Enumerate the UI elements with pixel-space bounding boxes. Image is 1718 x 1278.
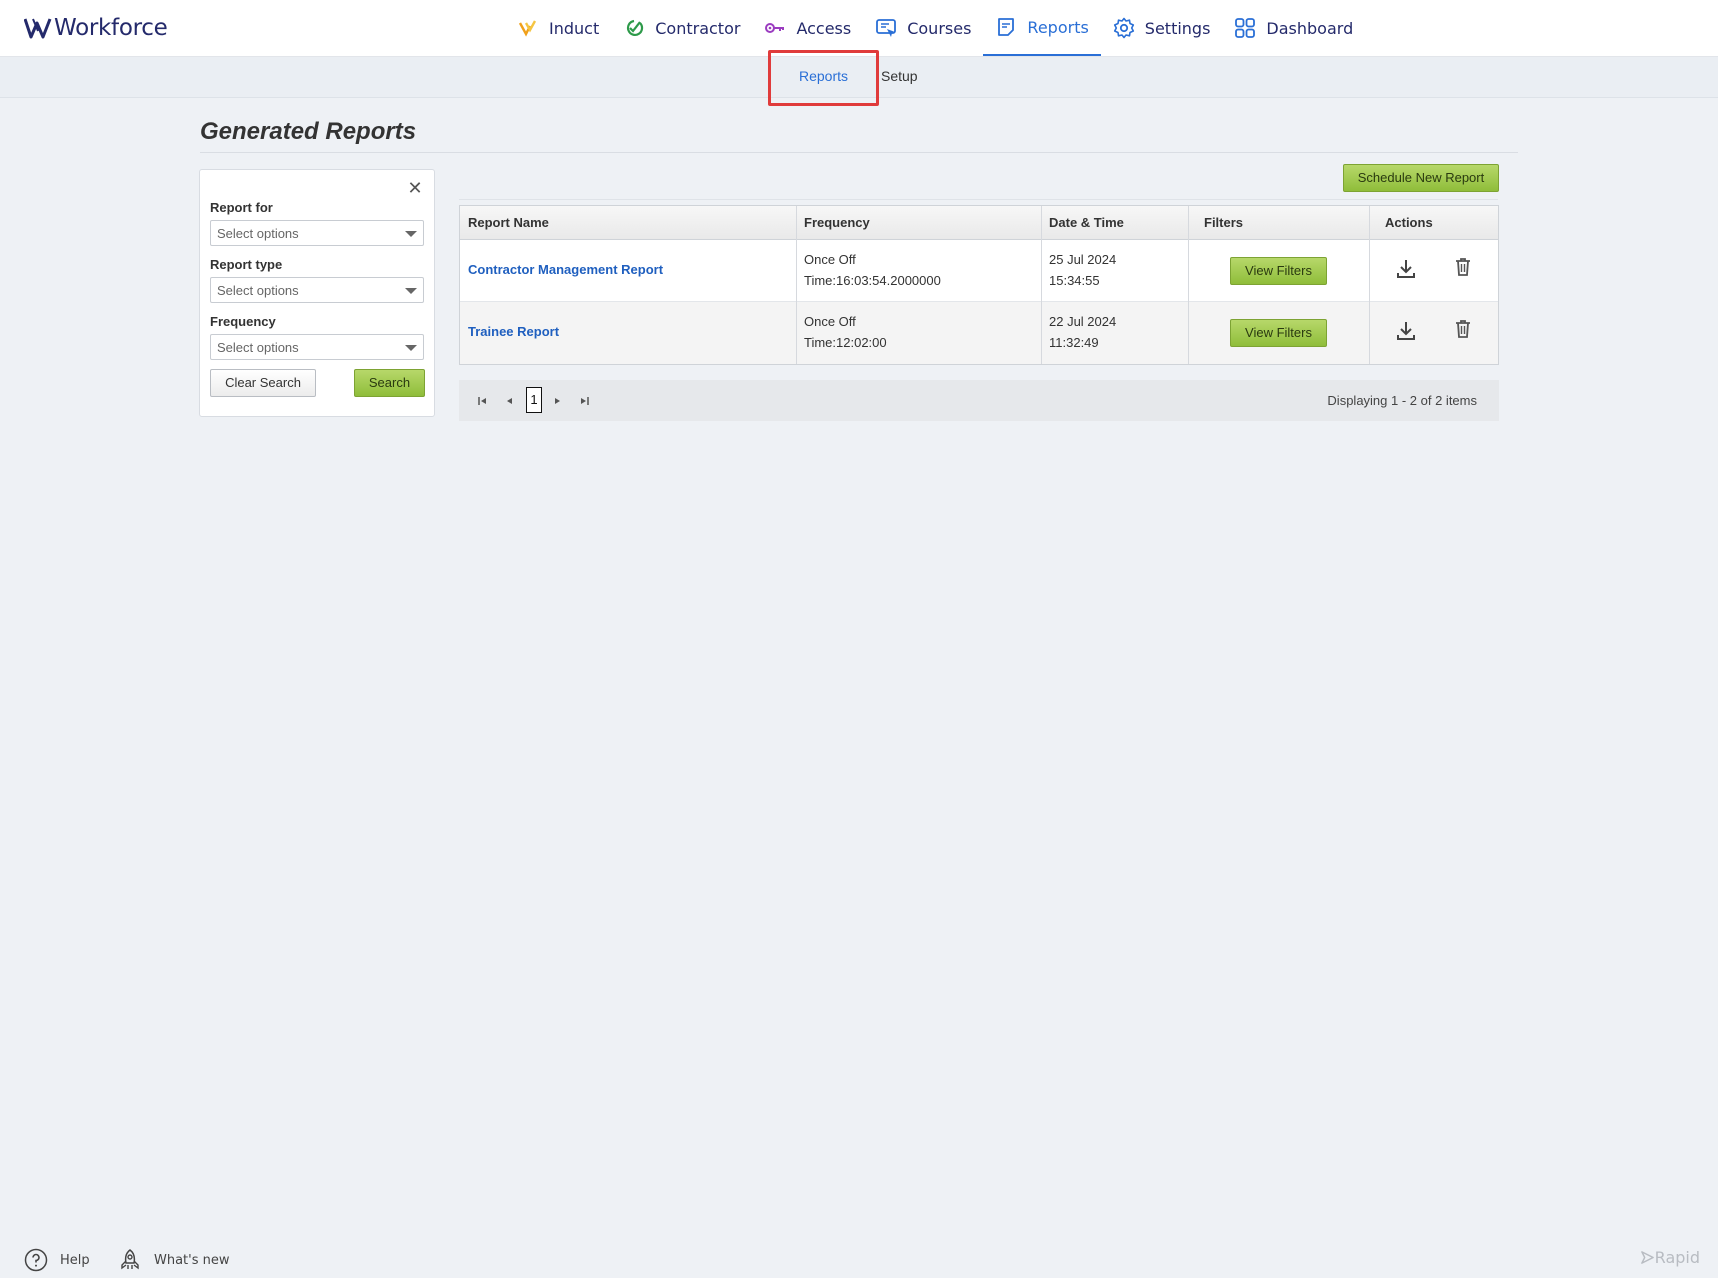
- whats-new-label: What's new: [154, 1252, 230, 1268]
- top-navigation-bar: Workforce Induct Contractor Access Cours…: [0, 0, 1718, 57]
- subtab-setup[interactable]: Setup: [881, 68, 918, 84]
- frequency-time: Time:12:02:00: [804, 335, 887, 350]
- clear-search-button[interactable]: Clear Search: [210, 369, 316, 397]
- nav-settings[interactable]: Settings: [1101, 0, 1223, 56]
- table-row: Contractor Management Report Once Off Ti…: [460, 240, 1498, 302]
- report-for-placeholder: Select options: [217, 226, 299, 241]
- report-name-link[interactable]: Contractor Management Report: [468, 262, 663, 277]
- schedule-new-report-button[interactable]: Schedule New Report: [1343, 164, 1499, 192]
- date-time-cell: 22 Jul 2024 11:32:49: [1049, 311, 1116, 353]
- help-label: Help: [60, 1252, 90, 1268]
- view-filters-button[interactable]: View Filters: [1230, 257, 1327, 285]
- time-value: 15:34:55: [1049, 273, 1100, 288]
- nav-dashboard[interactable]: Dashboard: [1222, 0, 1365, 56]
- frequency-time: Time:16:03:54.2000000: [804, 273, 941, 288]
- table-header: Report Name Frequency Date & Time Filter…: [460, 206, 1498, 240]
- report-for-select[interactable]: Select options: [210, 220, 424, 246]
- report-type-label: Report type: [210, 257, 283, 272]
- previous-page-icon[interactable]: [504, 394, 516, 406]
- nav-dashboard-label: Dashboard: [1266, 18, 1354, 38]
- whats-new-link[interactable]: What's new: [118, 1248, 230, 1272]
- workforce-logo[interactable]: Workforce: [24, 12, 168, 44]
- nav-induct-label: Induct: [549, 18, 600, 38]
- column-divider: [796, 206, 797, 364]
- title-divider: [200, 152, 1518, 153]
- date-value: 22 Jul 2024: [1049, 314, 1117, 329]
- toolbar-divider: [459, 199, 1498, 200]
- induct-icon: [517, 17, 539, 39]
- current-page-number[interactable]: 1: [526, 387, 542, 413]
- frequency-value: Once Off: [804, 252, 856, 267]
- frequency-label: Frequency: [210, 314, 276, 329]
- download-icon[interactable]: [1395, 258, 1417, 280]
- rapid-brand-logo: Rapid: [1640, 1248, 1700, 1267]
- nav-contractor-label: Contractor: [655, 18, 741, 38]
- date-value: 25 Jul 2024: [1049, 252, 1117, 267]
- column-header-report-name[interactable]: Report Name: [460, 206, 549, 239]
- gear-icon: [1113, 17, 1135, 39]
- nav-courses[interactable]: Courses: [863, 0, 983, 56]
- courses-icon: [875, 17, 897, 39]
- help-icon: [24, 1248, 48, 1272]
- nav-access[interactable]: Access: [752, 0, 863, 56]
- column-divider: [1188, 206, 1189, 364]
- report-for-label: Report for: [210, 200, 273, 215]
- frequency-placeholder: Select options: [217, 340, 299, 355]
- nav-reports[interactable]: Reports: [983, 0, 1101, 56]
- search-button[interactable]: Search: [354, 369, 425, 397]
- logo-text: Workforce: [54, 15, 168, 41]
- column-header-frequency[interactable]: Frequency: [796, 206, 870, 239]
- report-type-placeholder: Select options: [217, 283, 299, 298]
- chevron-down-icon: [405, 345, 417, 351]
- workforce-logo-icon: [24, 18, 52, 39]
- key-icon: [764, 17, 786, 39]
- rocket-icon: [121, 1249, 139, 1270]
- report-type-select[interactable]: Select options: [210, 277, 424, 303]
- pagination-info: Displaying 1 - 2 of 2 items: [1327, 393, 1477, 408]
- nav-reports-label: Reports: [1027, 17, 1089, 37]
- reports-icon: [995, 16, 1017, 38]
- help-link[interactable]: Help: [24, 1248, 90, 1272]
- view-filters-button[interactable]: View Filters: [1230, 319, 1327, 347]
- date-time-cell: 25 Jul 2024 15:34:55: [1049, 249, 1116, 291]
- main-nav: Induct Contractor Access Courses Reports: [505, 0, 1365, 56]
- frequency-select[interactable]: Select options: [210, 334, 424, 360]
- download-icon[interactable]: [1395, 320, 1417, 342]
- column-header-date-time[interactable]: Date & Time: [1041, 206, 1124, 239]
- nav-access-label: Access: [796, 18, 852, 38]
- column-divider: [1041, 206, 1042, 364]
- highlight-annotation-box: [768, 50, 879, 106]
- frequency-cell: Once Off Time:16:03:54.2000000: [804, 249, 941, 291]
- reports-table: Report Name Frequency Date & Time Filter…: [459, 205, 1499, 365]
- nav-contractor[interactable]: Contractor: [611, 0, 752, 56]
- frequency-value: Once Off: [804, 314, 856, 329]
- frequency-cell: Once Off Time:12:02:00: [804, 311, 887, 353]
- brand-text: Rapid: [1654, 1248, 1700, 1267]
- rapid-logo-icon: [1640, 1251, 1654, 1264]
- time-value: 11:32:49: [1049, 335, 1099, 350]
- filter-panel: ✕ Report for Select options Report type …: [199, 169, 435, 417]
- trash-icon[interactable]: [1452, 318, 1474, 340]
- nav-induct[interactable]: Induct: [505, 0, 611, 56]
- next-page-icon[interactable]: [551, 394, 563, 406]
- contractor-icon: [623, 17, 645, 39]
- pagination-bar: 1 Displaying 1 - 2 of 2 items: [459, 380, 1499, 421]
- first-page-icon[interactable]: [477, 394, 489, 406]
- column-header-filters[interactable]: Filters: [1188, 206, 1243, 239]
- nav-settings-label: Settings: [1144, 18, 1211, 38]
- last-page-icon[interactable]: [578, 394, 590, 406]
- report-name-link[interactable]: Trainee Report: [468, 324, 559, 339]
- column-header-actions: Actions: [1385, 215, 1433, 230]
- close-icon[interactable]: ✕: [407, 179, 423, 197]
- table-row: Trainee Report Once Off Time:12:02:00 22…: [460, 302, 1498, 364]
- chevron-down-icon: [405, 231, 417, 237]
- grid-icon: [1234, 17, 1256, 39]
- chevron-down-icon: [405, 288, 417, 294]
- column-divider: [1369, 206, 1370, 364]
- page-title: Generated Reports: [200, 118, 417, 145]
- trash-icon[interactable]: [1452, 256, 1474, 278]
- nav-courses-label: Courses: [907, 18, 972, 38]
